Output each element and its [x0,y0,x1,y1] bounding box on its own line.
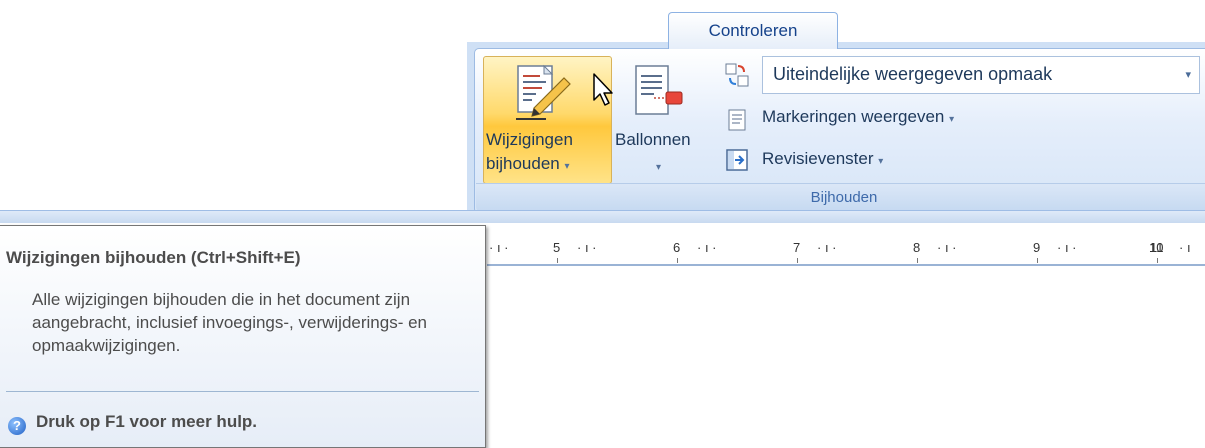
tooltip-divider [6,391,479,392]
reviewing-pane-icon [725,148,749,172]
mouse-pointer-icon [592,72,616,113]
group-label: Bijhouden [810,189,878,206]
ribbon-bottom-strip [0,210,1205,223]
document-pencil-icon [512,62,574,124]
ruler-number: 8 [913,240,921,255]
help-icon: ? [8,417,26,435]
tab-label: Controleren [708,21,798,40]
tooltip-title: Wijzigingen bijhouden (Ctrl+Shift+E) [6,248,301,267]
reviewing-pane-button[interactable]: Revisievenster ▾ [762,149,883,169]
ruler-mark [797,258,798,263]
ruler-dots: · ı · [697,240,717,255]
ruler-number: 7 [793,240,801,255]
chevron-down-icon: ▾ [878,156,884,167]
tab-controleren[interactable]: Controleren [668,12,838,49]
ruler-mark [677,258,678,263]
track-changes-label-2-text: bijhouden [486,154,560,173]
ruler-mark [557,258,558,263]
markup-document-icon [726,108,748,132]
ruler-dots: · ı · [817,240,837,255]
ruler-dots: · ı [1179,240,1191,255]
ruler-number: 6 [673,240,681,255]
chevron-down-icon[interactable]: ▾ [564,161,569,172]
chevron-down-icon[interactable]: ▾ [1185,68,1191,81]
tooltip-help-text: Druk op F1 voor meer hulp. [36,412,258,431]
track-changes-label-2: bijhouden ▾ [486,154,570,174]
group-bijhouden: Bijhouden [476,183,1205,212]
balloons-label: Ballonnen [615,130,691,149]
show-markup-label: Markeringen weergeven [762,107,945,126]
display-review-icon [724,62,750,88]
chevron-down-icon[interactable]: ▾ [656,162,661,173]
track-changes-label-1: Wijzigingen [486,130,573,149]
ruler-mark [917,258,918,263]
reviewing-pane-label: Revisievenster [762,149,874,168]
balloon-document-icon [632,62,686,122]
ruler-dots: · ı · [577,240,597,255]
ruler-number: 5 [553,240,561,255]
ruler-number: 9 [1033,240,1041,255]
ruler-number: 11 [1150,240,1164,255]
tooltip-description: Alle wijzigingen bijhouden die in het do… [32,290,427,355]
ruler-mark [1037,258,1038,263]
ruler-dots: · ı · [937,240,957,255]
ruler-mark [1157,258,1158,263]
ruler-dots: · ı · [1057,240,1077,255]
tooltip-help: ? Druk op F1 voor meer hulp. [8,412,257,435]
tooltip: Wijzigingen bijhouden (Ctrl+Shift+E) All… [0,225,486,448]
display-for-review-value: Uiteindelijke weergegeven opmaak [773,64,1053,84]
display-for-review-dropdown[interactable]: Uiteindelijke weergegeven opmaak ▾ [762,56,1200,94]
chevron-down-icon: ▾ [949,114,955,125]
show-markup-button[interactable]: Markeringen weergeven ▾ [762,107,954,127]
horizontal-ruler[interactable]: · ı · 5 · ı · 6 · ı · 7 · ı · 8 · ı · 9 … [487,236,1205,266]
ruler-dots: · ı · [489,240,509,255]
